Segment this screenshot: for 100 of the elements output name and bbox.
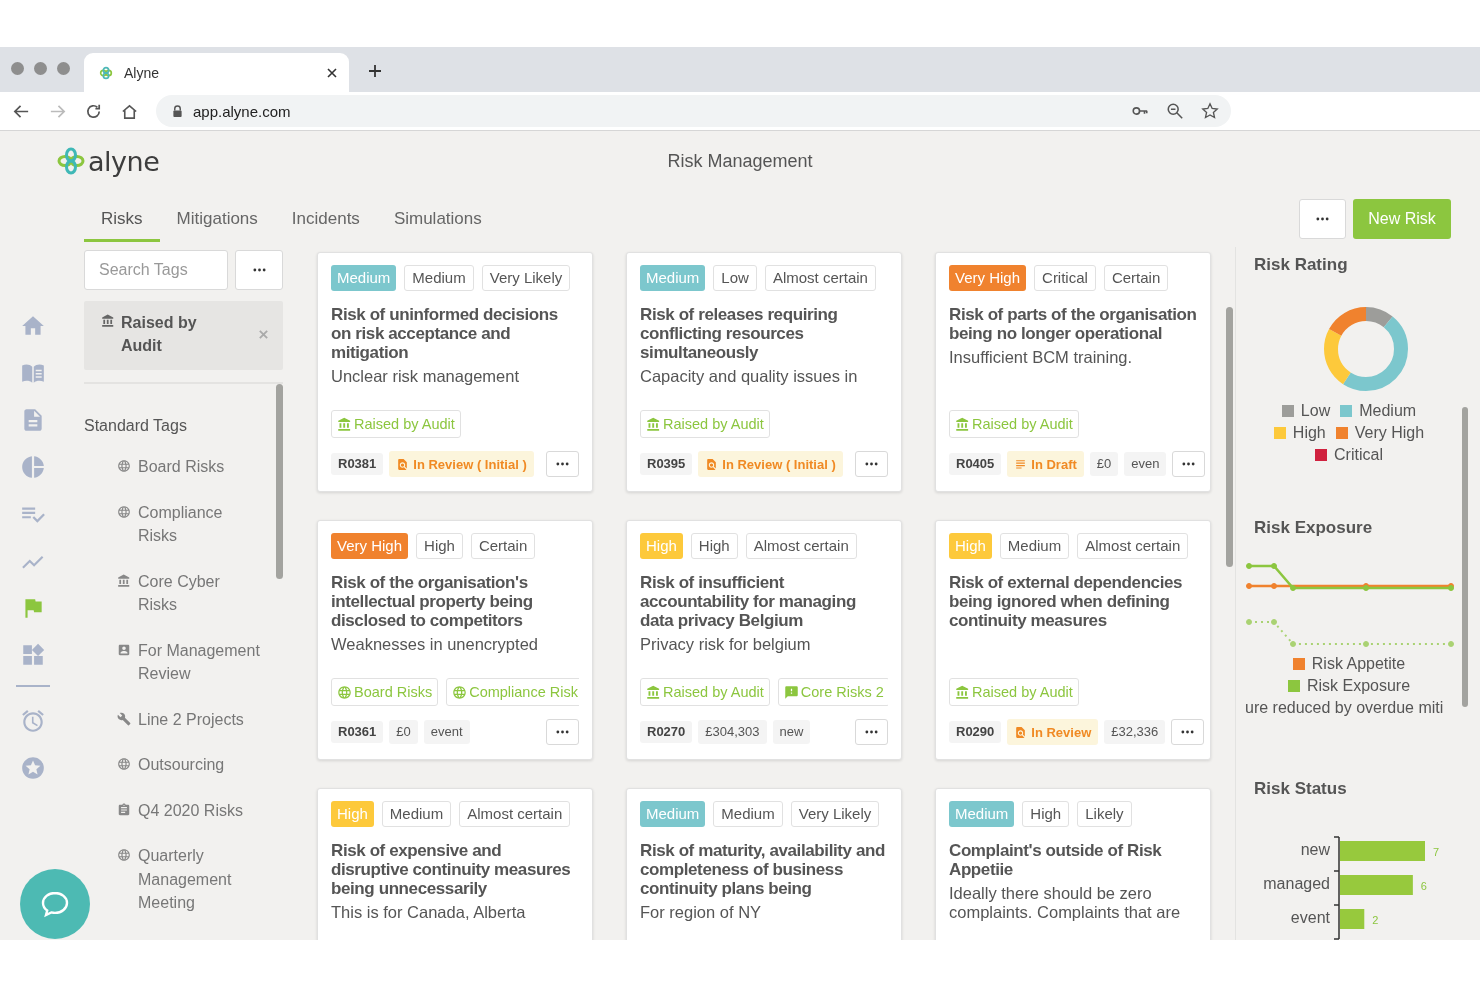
window-close-dot[interactable]: [11, 62, 24, 75]
document-search-icon: [705, 457, 719, 471]
star-icon[interactable]: [19, 755, 46, 781]
logo-text: alyne: [88, 145, 160, 177]
risk-id: R0361: [331, 721, 384, 743]
scrollbar[interactable]: [1226, 307, 1233, 567]
more-icon: [252, 268, 266, 272]
bank-icon: [955, 684, 970, 700]
more-button[interactable]: [546, 451, 579, 477]
more-icon: [865, 730, 878, 734]
more-button[interactable]: [855, 719, 888, 745]
risk-title: Risk of insufficient accountability for managing data privacy Belgium: [640, 573, 857, 630]
tab[interactable]: Simulations: [376, 199, 499, 242]
risk-card[interactable]: High Medium Almost certain Risk of external dependencies being ignored when defining continuity measures Raised by Audit R0290 In Review £32,336: [935, 520, 1211, 760]
risk-card[interactable]: Medium High Likely Complaint's outside of Risk Appetiie Ideally there should be zero complaints. Complaints that are: [935, 788, 1211, 940]
rating-chip: Very Likely: [790, 801, 880, 827]
globe-icon: [117, 459, 131, 473]
zoom-icon[interactable]: [1166, 102, 1184, 120]
tag-item[interactable]: Q4 2020 Risks: [117, 798, 262, 822]
more-icon: [1182, 462, 1196, 466]
more-button[interactable]: [855, 451, 888, 477]
risk-card[interactable]: Medium Low Almost certain Risk of releases requiring conflicting resources simultaneously Capacity and quality issues in Raised by Audit R0395 In Review ( Initial ): [626, 252, 902, 492]
risk-title: Risk of uninformed decisions on risk acceptance and mitigation: [331, 305, 559, 362]
tag-chip[interactable]: Raised by Audit: [949, 410, 1079, 438]
tag-label: Q4 2020 Risks: [138, 800, 243, 821]
risk-description: For region of NY: [640, 903, 763, 922]
risk-id: R0381: [331, 453, 384, 475]
risk-card[interactable]: Very High Critical Certain Risk of parts of the organisation being no longer operational Insufficient BCM training. Raised by Audit R0405 In Draft £0 even: [935, 252, 1211, 492]
window-minimize-dot[interactable]: [34, 62, 47, 75]
more-button[interactable]: [546, 719, 579, 745]
lines-icon: [1014, 457, 1028, 471]
search-field[interactable]: Search Tags: [84, 250, 228, 290]
more-button[interactable]: [1171, 719, 1205, 745]
risk-title: Risk of releases requiring conflicting resources simultaneously: [640, 305, 839, 362]
tag-chip[interactable]: Compliance Risk: [446, 678, 579, 706]
globe-icon: [452, 684, 468, 700]
tag-item[interactable]: Board Risks: [117, 455, 262, 479]
tag-item[interactable]: Core Cyber Risks: [117, 569, 262, 617]
tag-item[interactable]: Line 2 Projects: [117, 707, 262, 731]
alarm-clock-icon[interactable]: [19, 708, 46, 734]
logo-icon: [56, 146, 86, 176]
tag-item[interactable]: For Management Review: [117, 638, 262, 686]
risk-card[interactable]: Medium Medium Very Likely Risk of uninformed decisions on risk acceptance and mitigation Unclear risk management Raised by Audit R0381 In Review ( Initial ): [317, 252, 593, 492]
rating-badge: High: [640, 533, 683, 559]
risk-title: Risk of expensive and disruptive continuity measures being unnecessarily: [331, 841, 572, 898]
status-label: In Review ( Initial ): [722, 456, 836, 472]
tab[interactable]: Mitigations: [159, 199, 275, 242]
bookmark-star-icon[interactable]: [1201, 102, 1219, 120]
tab[interactable]: Risks: [84, 199, 160, 242]
legend-label: High: [1292, 424, 1326, 442]
tag-item[interactable]: Quarterly Management Meeting: [117, 844, 262, 915]
tag-chip[interactable]: Raised by Audit: [640, 678, 770, 706]
tag-label: Raised by Audit: [663, 684, 764, 700]
rating-badge: Very High: [949, 265, 1027, 291]
scrollbar[interactable]: [276, 384, 283, 579]
rating-chip: High: [690, 533, 738, 559]
risk-card[interactable]: High Medium Almost certain Risk of expensive and disruptive continuity measures being unnecessarily This is for Canada, Alberta: [317, 788, 593, 940]
tag-chip[interactable]: Raised by Audit: [331, 410, 461, 438]
bank-icon: [101, 314, 115, 328]
active-filter[interactable]: Raised by Audit: [84, 301, 283, 370]
tag-chip[interactable]: Raised by Audit: [949, 678, 1079, 706]
risk-description: Privacy risk for belgium: [640, 635, 812, 654]
tag-chip[interactable]: Core Risks 2: [777, 678, 888, 706]
panel-title: Risk Status: [1254, 779, 1348, 799]
risk-card[interactable]: Medium Medium Very Likely Risk of maturity, availability and completeness of business continuity plans being For region of NY: [626, 788, 902, 940]
legend-label: Risk Exposure: [1306, 677, 1411, 695]
new-tab-icon[interactable]: [368, 64, 382, 78]
rating-chip: Medium: [404, 265, 474, 291]
risk-card[interactable]: Very High High Certain Risk of the organisation's intellectual property being disclosed to competitors Weaknesses in unencrypted Board Risks Compliance Risk R0361 £0 event: [317, 520, 593, 760]
browser-tab[interactable]: Alyne: [84, 53, 349, 92]
info-chip: new: [772, 720, 811, 744]
page-title: Risk Management: [667, 150, 813, 172]
more-button[interactable]: [1299, 199, 1346, 239]
status-label: In Draft: [1031, 456, 1077, 472]
close-icon[interactable]: [326, 66, 338, 79]
tag-label: Outsourcing: [138, 755, 225, 775]
rating-chip: Very Likely: [481, 265, 571, 291]
panel-title: Risk Exposure: [1254, 518, 1374, 538]
risk-title: Risk of maturity, availability and completeness of business continuity plans being: [640, 841, 886, 898]
globe-icon: [117, 757, 131, 771]
tab[interactable]: Incidents: [274, 199, 377, 242]
more-button[interactable]: [235, 250, 283, 290]
tag-item[interactable]: Compliance Risks: [117, 500, 262, 548]
info-chip: £32,336: [1104, 720, 1166, 744]
risk-card[interactable]: High High Almost certain Risk of insufficient accountability for managing data privacy Belgium Privacy risk for belgium Raised by Audit Core Risks 2 R0270 £304,303 new: [626, 520, 902, 760]
address-bar[interactable]: app.alyne.com: [156, 95, 1231, 127]
tag-item[interactable]: Outsourcing: [117, 753, 262, 777]
rating-chip: Likely: [1077, 801, 1132, 827]
tag-chip[interactable]: Board Risks: [331, 678, 439, 706]
more-button[interactable]: [1172, 451, 1206, 477]
pie-chart-icon[interactable]: [19, 454, 46, 480]
section-title: Standard Tags: [84, 417, 188, 435]
risk-description: Capacity and quality issues in: [640, 367, 859, 386]
scrollbar[interactable]: [1462, 407, 1468, 707]
tag-label: Raised by Audit: [972, 684, 1073, 700]
rating-chip: Critical: [1034, 265, 1096, 291]
window-zoom-dot[interactable]: [57, 62, 70, 75]
document-search-icon: [1014, 725, 1028, 739]
tag-chip[interactable]: Raised by Audit: [640, 410, 770, 438]
bank-icon: [117, 573, 131, 588]
